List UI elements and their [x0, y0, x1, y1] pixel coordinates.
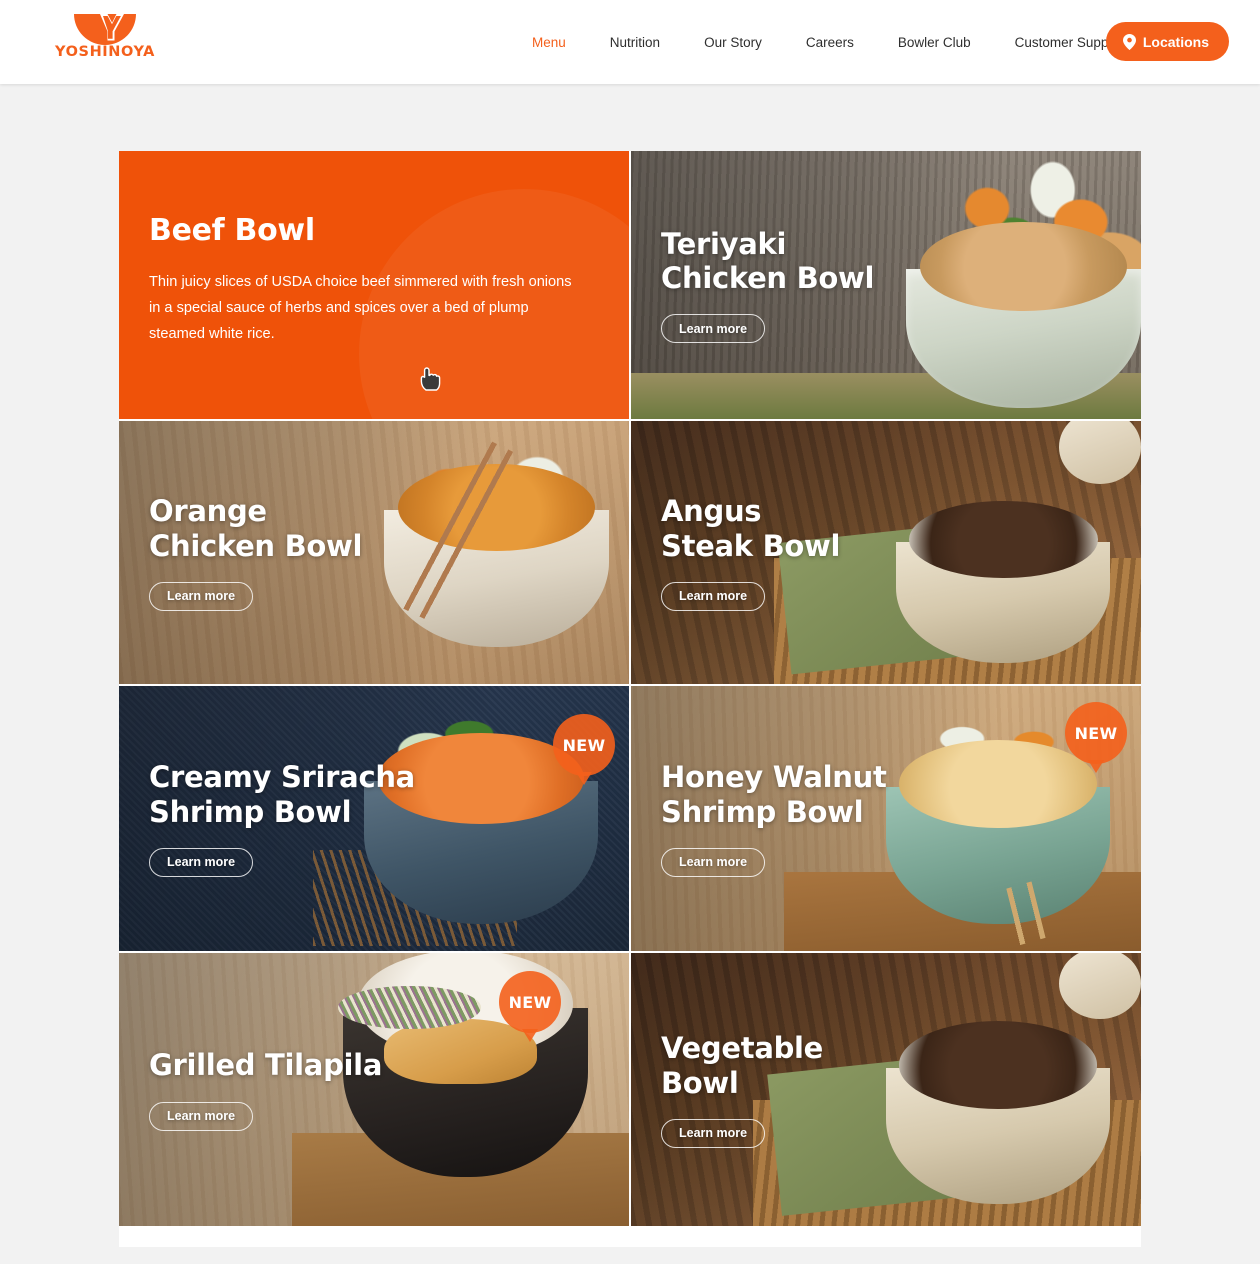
menu-card-grilled-tilapila[interactable]: NEW Grilled Tilapila Learn more — [119, 953, 629, 1226]
yoshinoya-bowl-logo-icon — [74, 14, 136, 45]
locations-button[interactable]: Locations — [1105, 22, 1229, 61]
menu-card-orange-chicken-bowl[interactable]: Orange Chicken Bowl Learn more — [119, 421, 629, 684]
nav-item-careers[interactable]: Careers — [784, 35, 876, 50]
card-title: Creamy Sriracha Shrimp Bowl — [149, 760, 415, 829]
learn-more-button[interactable]: Learn more — [661, 847, 766, 877]
card-title: Vegetable Bowl — [661, 1031, 824, 1100]
card-title: Honey Walnut Shrimp Bowl — [661, 760, 887, 829]
menu-grid-container: Beef Bowl Thin juicy slices of USDA choi… — [119, 151, 1141, 1247]
yoshinoya-logo[interactable]: YOSHINOYA — [52, 12, 158, 68]
map-pin-icon — [1122, 33, 1136, 50]
menu-card-creamy-sriracha-shrimp-bowl[interactable]: NEW Creamy Sriracha Shrimp Bowl Learn mo… — [119, 686, 629, 951]
menu-grid: Beef Bowl Thin juicy slices of USDA choi… — [119, 151, 1141, 1226]
new-badge: NEW — [1065, 702, 1127, 773]
nav-item-nutrition[interactable]: Nutrition — [588, 35, 682, 50]
learn-more-button[interactable]: Learn more — [661, 581, 766, 611]
menu-card-beef-bowl[interactable]: Beef Bowl Thin juicy slices of USDA choi… — [119, 151, 629, 419]
main-navigation: Menu Nutrition Our Story Careers Bowler … — [510, 0, 1146, 84]
card-title: Orange Chicken Bowl — [149, 494, 363, 563]
menu-card-honey-walnut-shrimp-bowl[interactable]: NEW Honey Walnut Shrimp Bowl Learn more — [631, 686, 1141, 951]
card-description: Thin juicy slices of USDA choice beef si… — [149, 274, 572, 343]
card-title: Teriyaki Chicken Bowl — [661, 226, 875, 295]
site-header: YOSHINOYA Menu Nutrition Our Story Caree… — [0, 0, 1260, 84]
menu-card-angus-steak-bowl[interactable]: Angus Steak Bowl Learn more — [631, 421, 1141, 684]
menu-card-teriyaki-chicken-bowl[interactable]: Teriyaki Chicken Bowl Learn more — [631, 151, 1141, 419]
card-title: Beef Bowl — [149, 213, 315, 248]
locations-button-label: Locations — [1142, 33, 1209, 50]
nav-item-menu[interactable]: Menu — [510, 35, 588, 50]
nav-item-our-story[interactable]: Our Story — [682, 35, 784, 50]
new-badge: NEW — [499, 971, 561, 1042]
learn-more-button[interactable]: Learn more — [149, 581, 254, 611]
card-title: Angus Steak Bowl — [661, 494, 841, 563]
nav-item-bowler-club[interactable]: Bowler Club — [876, 35, 993, 50]
learn-more-button[interactable]: Learn more — [661, 1118, 766, 1148]
learn-more-button[interactable]: Learn more — [149, 1101, 254, 1131]
learn-more-button[interactable]: Learn more — [149, 847, 254, 877]
learn-more-button[interactable]: Learn more — [661, 314, 766, 344]
logo-wordmark: YOSHINOYA — [55, 44, 155, 60]
new-badge: NEW — [553, 714, 615, 785]
menu-card-vegetable-bowl[interactable]: Vegetable Bowl Learn more — [631, 953, 1141, 1226]
card-title: Grilled Tilapila — [149, 1048, 383, 1083]
